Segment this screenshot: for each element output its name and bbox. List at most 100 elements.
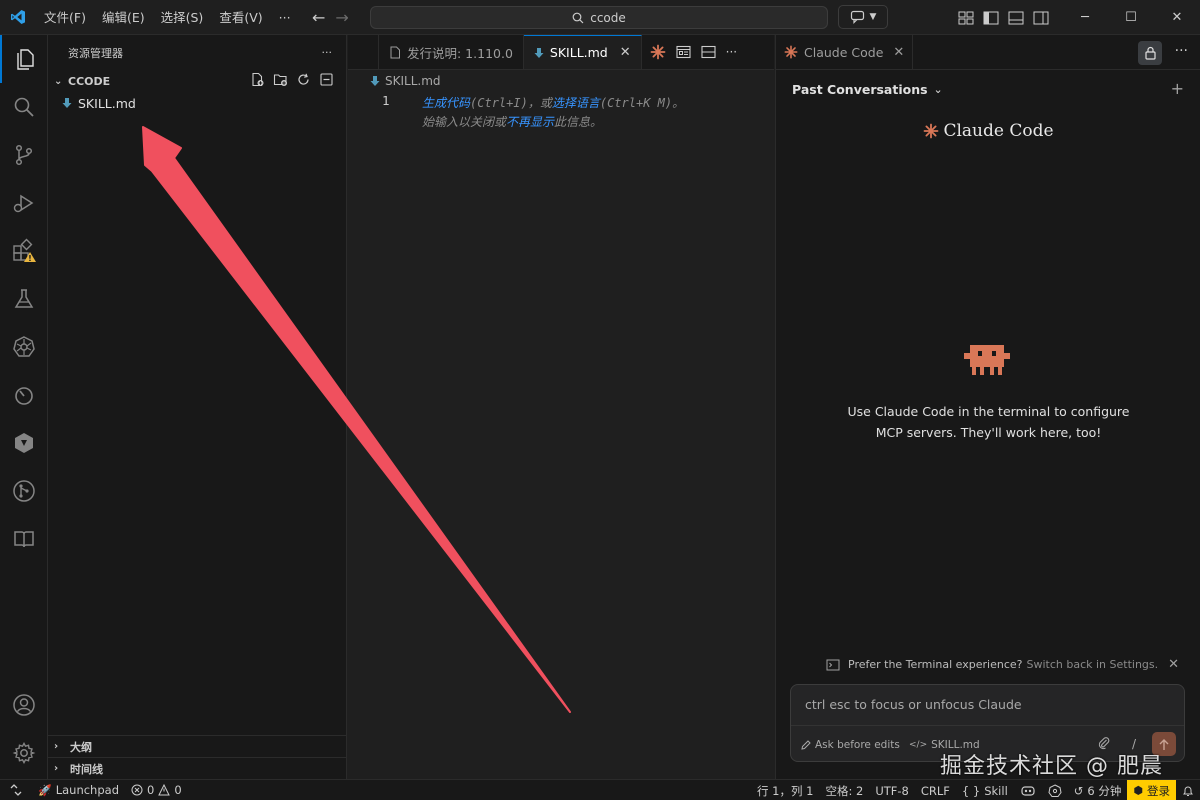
remote-indicator[interactable]: [0, 780, 32, 800]
explorer-more-button[interactable]: ···: [322, 46, 333, 59]
extensions-warning-icon[interactable]: !: [0, 227, 48, 275]
source-control-icon[interactable]: [0, 131, 48, 179]
hint-text: (Ctrl+I)，或: [470, 96, 552, 110]
new-folder-icon[interactable]: [273, 72, 288, 87]
run-debug-icon[interactable]: [0, 179, 48, 227]
send-button[interactable]: [1152, 732, 1176, 756]
close-tab-icon[interactable]: ✕: [893, 45, 904, 60]
settings-gear-icon[interactable]: [0, 729, 48, 777]
claude-code-brand: Claude Code: [776, 121, 1200, 141]
chevron-right-icon: ›: [54, 741, 59, 752]
menu-more[interactable]: ···: [271, 0, 299, 35]
terminal-preference-banner: Prefer the Terminal experience? Switch b…: [826, 657, 1179, 672]
switch-back-settings-link[interactable]: Switch back in Settings.: [1027, 658, 1159, 671]
slash-command-button[interactable]: /: [1132, 737, 1136, 751]
new-file-icon[interactable]: [250, 72, 265, 87]
toggle-panel-icon[interactable]: [1008, 11, 1024, 25]
refresh-icon[interactable]: [296, 72, 311, 87]
kubernetes-icon[interactable]: [0, 323, 48, 371]
menu-selection[interactable]: 选择(S): [153, 0, 212, 35]
line-number: 1: [382, 93, 390, 108]
copilot-status[interactable]: [1014, 780, 1042, 800]
package-cube-icon[interactable]: [0, 419, 48, 467]
new-conversation-plus-icon[interactable]: +: [1171, 79, 1184, 98]
close-window-button[interactable]: ✕: [1154, 0, 1200, 35]
claude-spark-icon[interactable]: [650, 44, 666, 60]
markdown-download-icon: [534, 47, 544, 58]
git-graph-icon[interactable]: [0, 467, 48, 515]
menu-view[interactable]: 查看(V): [211, 0, 270, 35]
ask-before-edits-toggle[interactable]: Ask before edits: [801, 739, 900, 751]
editor-more-button[interactable]: ···: [726, 45, 737, 59]
lock-group-button[interactable]: [1138, 41, 1162, 65]
tab-claude-code[interactable]: Claude Code ✕: [776, 35, 914, 69]
account-icon[interactable]: [0, 681, 48, 729]
dont-show-again-link[interactable]: 不再显示: [506, 115, 554, 129]
braces-icon: { }: [961, 783, 981, 798]
file-context-chip[interactable]: </> SKILL.md: [909, 739, 980, 751]
outline-label: 大纲: [70, 740, 92, 754]
pencil-icon: [801, 740, 811, 750]
testing-flask-icon[interactable]: [0, 275, 48, 323]
past-conversations-dropdown[interactable]: Past Conversations ⌄ +: [776, 70, 1200, 108]
maximize-button[interactable]: ☐: [1108, 0, 1154, 35]
layout-controls: [958, 0, 1049, 35]
collapse-all-icon[interactable]: [319, 72, 334, 87]
explorer-icon[interactable]: [0, 35, 48, 83]
end-of-line[interactable]: CRLF: [915, 780, 956, 800]
problems-item[interactable]: 0 0: [125, 780, 188, 800]
chevron-down-icon: ⌄: [933, 82, 943, 96]
menu-edit[interactable]: 编辑(E): [94, 0, 153, 35]
command-center-search[interactable]: ccode: [370, 6, 828, 29]
file-item-skill-md[interactable]: SKILL.md: [48, 92, 346, 114]
outline-section[interactable]: › 大纲: [48, 735, 347, 757]
workspace-folder[interactable]: ⌄ CCODE: [48, 70, 346, 92]
launchpad-item[interactable]: 🚀 Launchpad: [32, 780, 125, 800]
minimize-button[interactable]: ─: [1062, 0, 1108, 35]
panel-more-button[interactable]: ···: [1175, 43, 1188, 59]
search-icon[interactable]: [0, 83, 48, 131]
explorer-header: 资源管理器 ···: [48, 35, 346, 70]
indentation[interactable]: 空格: 2: [819, 780, 869, 800]
book-icon[interactable]: [0, 515, 48, 563]
tab-skill-md[interactable]: SKILL.md ✕: [523, 35, 642, 69]
timeline-section[interactable]: › 时间线: [48, 757, 347, 779]
login-button[interactable]: ⬢ 登录: [1127, 780, 1176, 800]
attach-paperclip-icon[interactable]: [1098, 736, 1110, 750]
past-conversations-label: Past Conversations: [792, 81, 928, 97]
breadcrumb-file[interactable]: SKILL.md: [385, 74, 441, 88]
tab-release-notes[interactable]: 发行说明: 1.110.0: [378, 35, 524, 69]
split-editor-icon[interactable]: [701, 45, 716, 59]
menu-file[interactable]: 文件(F): [36, 0, 94, 35]
layout-customize-icon[interactable]: [958, 11, 974, 25]
timer-icon[interactable]: [0, 371, 48, 419]
back-arrow-icon[interactable]: ←: [312, 8, 325, 27]
history-icon: ↺: [1073, 783, 1084, 798]
prompt-input-placeholder[interactable]: ctrl esc to focus or unfocus Claude: [805, 697, 1022, 712]
chevron-down-icon: ⌄: [54, 75, 63, 87]
mcp-line-1: Use Claude Code in the terminal to confi…: [847, 404, 1130, 419]
language-mode[interactable]: { } Skill: [956, 780, 1014, 800]
select-language-link[interactable]: 选择语言: [552, 96, 600, 110]
toggle-secondary-sidebar-icon[interactable]: [1033, 11, 1049, 25]
chat-toggle-button[interactable]: ▼: [838, 5, 888, 29]
close-banner-icon[interactable]: ✕: [1168, 657, 1179, 672]
encoding[interactable]: UTF-8: [869, 780, 915, 800]
chevron-down-icon: ▼: [869, 12, 877, 22]
close-tab-icon[interactable]: ✕: [620, 45, 631, 60]
generate-code-link[interactable]: 生成代码: [422, 96, 470, 110]
toggle-primary-sidebar-icon[interactable]: [983, 11, 999, 25]
file-name: SKILL.md: [78, 95, 136, 111]
notifications-bell[interactable]: [1176, 780, 1200, 800]
open-preview-icon[interactable]: [676, 45, 691, 59]
prompt-input-box[interactable]: ctrl esc to focus or unfocus Claude Ask …: [790, 684, 1185, 762]
cursor-position[interactable]: 行 1，列 1: [751, 780, 819, 800]
timer-label: 6 分钟: [1087, 783, 1122, 798]
search-text: ccode: [590, 10, 626, 25]
claude-mascot-icon: [964, 341, 1010, 380]
forward-arrow-icon[interactable]: →: [335, 8, 348, 27]
code-area[interactable]: 1 生成代码(Ctrl+I)，或选择语言(Ctrl+K M)。 始输入以关闭或不…: [348, 92, 774, 152]
extension-status[interactable]: [1042, 780, 1068, 800]
lock-icon: [1144, 46, 1156, 60]
timer-status[interactable]: ↺ 6 分钟: [1068, 780, 1128, 800]
